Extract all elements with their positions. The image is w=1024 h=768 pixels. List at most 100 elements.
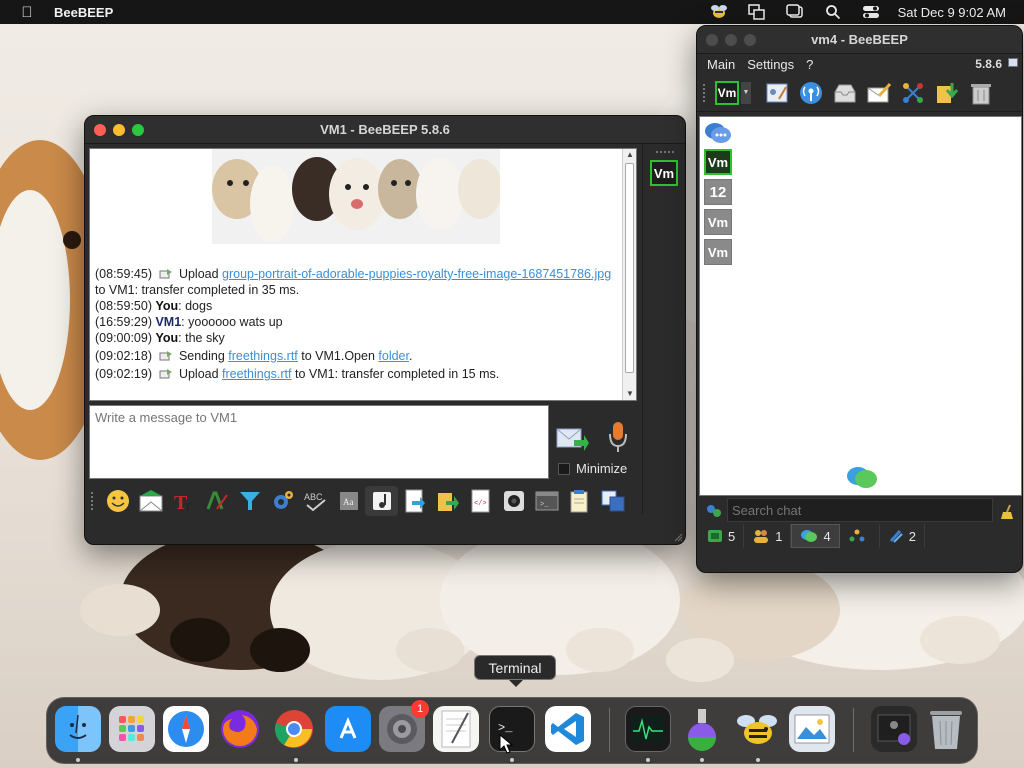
- puppies-image[interactable]: [212, 149, 500, 244]
- my-status-avatar[interactable]: Vm: [715, 80, 739, 105]
- menu-main[interactable]: Main: [707, 57, 735, 72]
- html-source-button[interactable]: </>: [464, 486, 497, 516]
- terminal-button[interactable]: >_: [530, 486, 563, 516]
- launchpad-icon[interactable]: [109, 706, 155, 752]
- firefox-icon[interactable]: [217, 706, 263, 752]
- dictionary-button[interactable]: Aa: [332, 486, 365, 516]
- chat-history[interactable]: (08:59:45) Upload group-portrait-of-ador…: [89, 148, 637, 401]
- vm4-title-bar[interactable]: vm4 - BeeBEEP: [697, 26, 1022, 54]
- share-desktop-button[interactable]: [596, 486, 629, 516]
- svg-text:>_: >_: [540, 501, 549, 509]
- plugins-button[interactable]: [897, 78, 929, 108]
- font-button[interactable]: [200, 486, 233, 516]
- scroll-thumb[interactable]: [625, 163, 634, 373]
- window-resize-grip[interactable]: [673, 532, 683, 542]
- text-color-button[interactable]: TT: [167, 486, 200, 516]
- trash-icon[interactable]: [923, 706, 969, 752]
- write-message-button[interactable]: [863, 78, 895, 108]
- chat-scrollbar[interactable]: ▲ ▼: [622, 149, 636, 400]
- tab-shares[interactable]: [840, 524, 880, 548]
- spotlight-search-icon[interactable]: [814, 0, 852, 24]
- toolbar-grip[interactable]: [91, 492, 97, 510]
- member-avatar-vm[interactable]: Vm: [650, 160, 678, 186]
- tab-users[interactable]: 5: [699, 524, 745, 548]
- chrome-icon[interactable]: [271, 706, 317, 752]
- open-folder-link[interactable]: folder: [378, 349, 409, 363]
- notes-button[interactable]: [563, 486, 596, 516]
- file-link[interactable]: group-portrait-of-adorable-puppies-royal…: [222, 267, 611, 281]
- finder-icon[interactable]: [55, 706, 101, 752]
- profile-button[interactable]: [761, 78, 793, 108]
- safari-icon[interactable]: [163, 706, 209, 752]
- emoticons-button[interactable]: [101, 486, 134, 516]
- activity-monitor-icon[interactable]: [625, 706, 671, 752]
- clear-chat-button[interactable]: [365, 486, 398, 516]
- beebeep-status-icon[interactable]: [700, 0, 738, 24]
- toolbar-grip[interactable]: [703, 83, 709, 102]
- chats-icon: [801, 530, 818, 542]
- user-item-vm[interactable]: Vm: [704, 149, 732, 175]
- vm1-title-bar[interactable]: VM1 - BeeBEEP 5.8.6: [85, 116, 685, 144]
- settings-button[interactable]: [266, 486, 299, 516]
- vscode-icon[interactable]: [545, 706, 591, 752]
- download-folder-button[interactable]: [931, 78, 963, 108]
- control-center-icon[interactable]: [852, 0, 890, 24]
- mirroring-icon[interactable]: [776, 0, 814, 24]
- disk-utility-icon[interactable]: [679, 706, 725, 752]
- panel-grip-icon[interactable]: [655, 149, 675, 155]
- minimize-checkbox[interactable]: [558, 462, 570, 475]
- send-folder-button[interactable]: [431, 486, 464, 516]
- tab-chats[interactable]: 4: [791, 524, 840, 548]
- code-icon: </>: [471, 489, 489, 513]
- scroll-up-arrow-icon[interactable]: ▲: [623, 149, 637, 161]
- close-window-button[interactable]: [94, 123, 106, 136]
- menu-bar:  BeeBEEP Sat Dec 9 9:02 AM: [0, 0, 1024, 24]
- menu-help[interactable]: ?: [806, 57, 813, 72]
- menu-bar-clock[interactable]: Sat Dec 9 9:02 AM: [890, 5, 1024, 20]
- status-dropdown-arrow-icon[interactable]: ▼: [741, 81, 751, 104]
- file-link[interactable]: freethings.rtf: [222, 367, 291, 381]
- chat-bubbles-icon[interactable]: [704, 121, 732, 145]
- zoom-window-button[interactable]: [132, 123, 144, 136]
- system-settings-icon[interactable]: 1: [379, 700, 429, 752]
- textedit-icon[interactable]: [433, 706, 479, 752]
- preview-icon[interactable]: [789, 706, 835, 752]
- user-item-vm[interactable]: Vm: [704, 209, 732, 235]
- screenshot-button[interactable]: [497, 486, 530, 516]
- message-box-button[interactable]: [829, 78, 861, 108]
- active-app-name[interactable]: BeeBEEP: [54, 5, 113, 20]
- zoom-window-button[interactable]: [744, 33, 756, 46]
- scroll-down-arrow-icon[interactable]: ▼: [623, 388, 637, 400]
- close-window-button[interactable]: [706, 33, 718, 46]
- user-list[interactable]: Vm 12 Vm Vm: [699, 116, 1022, 496]
- spellcheck-button[interactable]: ABC: [299, 486, 332, 516]
- clear-search-broom-icon[interactable]: [1000, 504, 1016, 520]
- search-chat-input[interactable]: [727, 498, 993, 522]
- downloads-stack-icon[interactable]: [871, 706, 917, 752]
- app-store-icon[interactable]: [325, 706, 371, 752]
- menu-settings[interactable]: Settings: [747, 57, 794, 72]
- chat-message: (08:59:45) Upload group-portrait-of-ador…: [95, 267, 612, 297]
- tab-groups[interactable]: 1: [744, 524, 792, 548]
- minimize-toggle[interactable]: Minimize: [558, 461, 627, 476]
- language-flag-icon[interactable]: [1008, 58, 1018, 67]
- save-chat-button[interactable]: [398, 486, 431, 516]
- trash-button[interactable]: [965, 78, 997, 108]
- default-chat-icon[interactable]: [846, 465, 878, 491]
- network-button[interactable]: [795, 78, 827, 108]
- apple-menu-icon[interactable]: : [0, 4, 54, 21]
- screen-share-icon[interactable]: [738, 0, 776, 24]
- minimize-window-button[interactable]: [113, 123, 125, 136]
- minimize-window-button[interactable]: [725, 33, 737, 46]
- file-link[interactable]: freethings.rtf: [228, 349, 297, 363]
- groups-icon: [754, 530, 769, 543]
- message-input[interactable]: [89, 405, 549, 479]
- user-item-12[interactable]: 12: [704, 179, 732, 205]
- microphone-icon[interactable]: [605, 420, 631, 454]
- filter-button[interactable]: [233, 486, 266, 516]
- tab-files[interactable]: 2: [880, 524, 925, 548]
- user-item-vm[interactable]: Vm: [704, 239, 732, 265]
- send-message-icon[interactable]: [556, 426, 590, 452]
- send-file-button[interactable]: [134, 486, 167, 516]
- beebeep-icon[interactable]: [735, 706, 781, 752]
